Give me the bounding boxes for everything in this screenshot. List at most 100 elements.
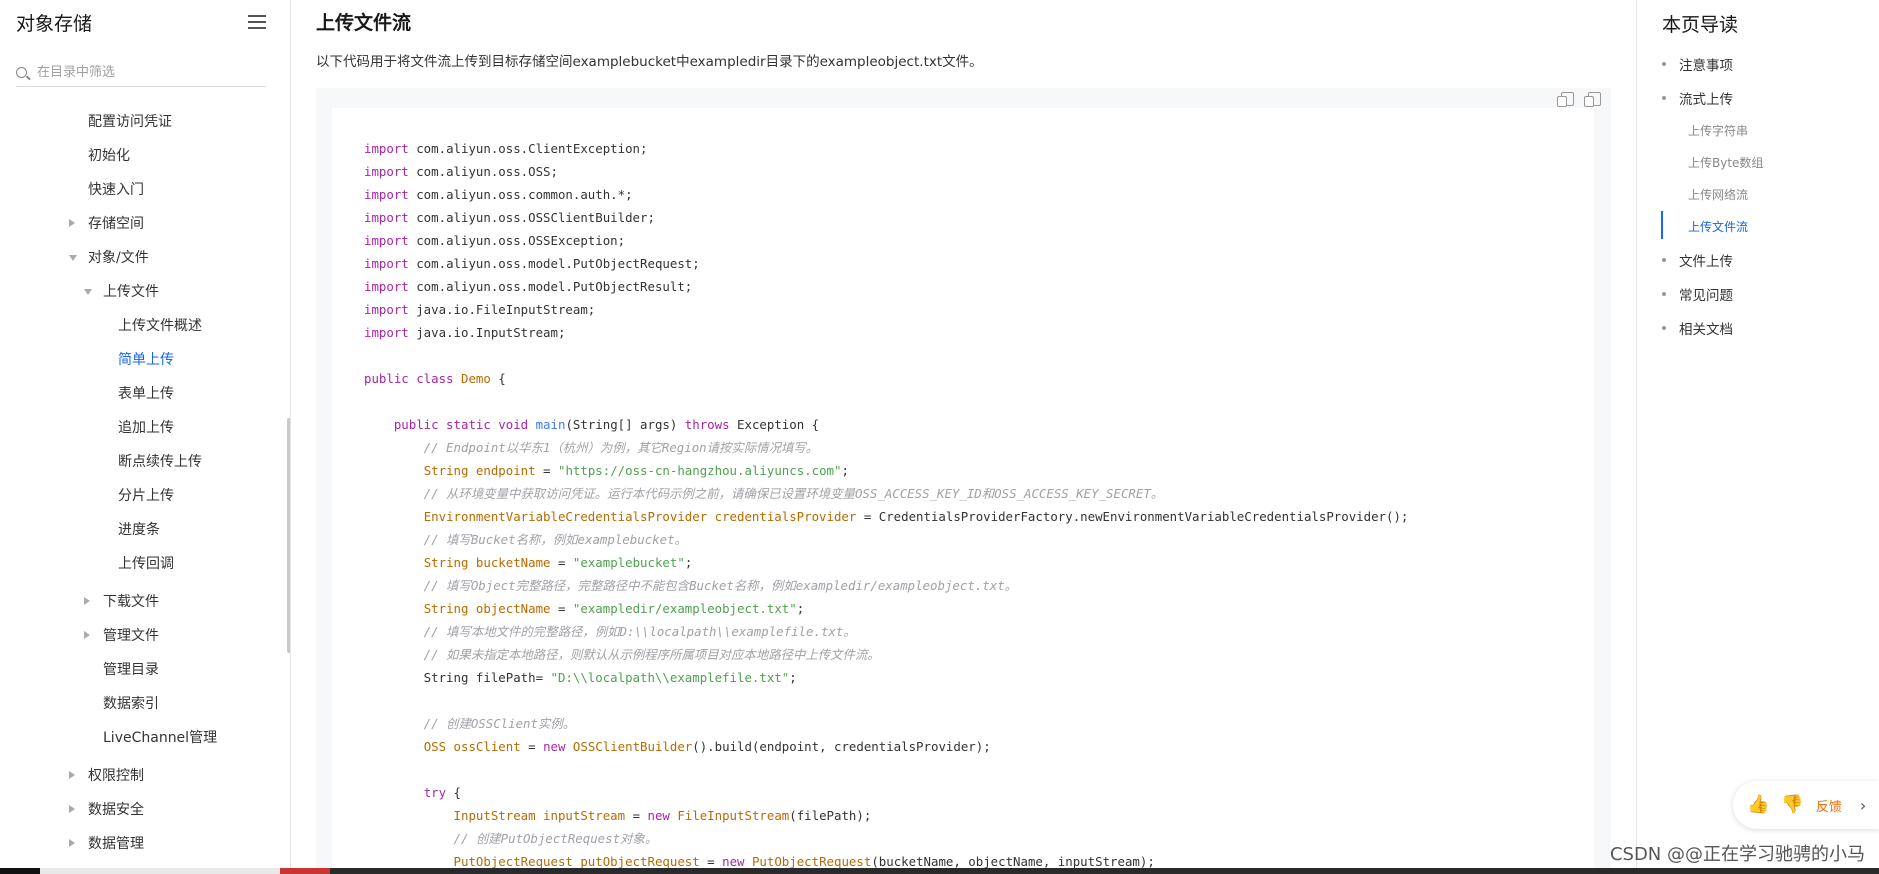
sidebar-item-data-management[interactable]: 数据管理 [88, 834, 144, 854]
code-line: import com.aliyun.oss.OSSClientBuilder; [364, 206, 1408, 229]
sidebar-title: 对象存储 [16, 12, 93, 35]
code-line: // 创建OSSClient实例。 [364, 712, 1408, 735]
sidebar-item-form-upload[interactable]: 表单上传 [118, 384, 174, 404]
toc-item-stream-upload[interactable]: 流式上传 [1679, 88, 1733, 108]
code-token: { [490, 371, 506, 386]
code-token: import [364, 302, 409, 317]
chevron-right-icon[interactable]: › [1860, 796, 1866, 815]
thumbs-up-icon[interactable]: 👍 [1747, 796, 1769, 814]
sidebar-item-data-index[interactable]: 数据索引 [103, 694, 159, 714]
sidebar-item-objects[interactable]: 对象/文件 [88, 248, 149, 268]
code-token: new [543, 739, 573, 754]
sidebar-item-manage-files[interactable]: 管理文件 [103, 626, 159, 646]
sidebar-item-quickstart[interactable]: 快速入门 [88, 180, 144, 200]
sidebar-item-upload[interactable]: 上传文件 [103, 282, 159, 302]
expand-arrow-icon[interactable] [69, 805, 75, 813]
collapse-arrow-icon[interactable] [69, 255, 77, 261]
code-token: // 创建OSSClient实例。 [364, 716, 576, 731]
toc-item-related-docs[interactable]: 相关文档 [1679, 318, 1733, 338]
sidebar-item-upload-callback[interactable]: 上传回调 [118, 554, 174, 574]
code-token: = [535, 463, 558, 478]
code-token: import [364, 164, 409, 179]
sidebar-item-resumable-upload[interactable]: 断点续传上传 [118, 452, 202, 472]
code-line: // 创建PutObjectRequest对象。 [364, 827, 1408, 850]
code-line: // 从环境变量中获取访问凭证。运行本代码示例之前，请确保已设置环境变量OSS_… [364, 482, 1408, 505]
code-token: = [550, 601, 573, 616]
expand-arrow-icon[interactable] [69, 219, 75, 227]
toc-item-faq[interactable]: 常见问题 [1679, 284, 1733, 304]
code-token: import [364, 233, 409, 248]
expand-arrow-icon[interactable] [84, 597, 90, 605]
toc-item-upload-string[interactable]: 上传字符串 [1688, 122, 1748, 139]
expand-arrow-icon[interactable] [69, 839, 75, 847]
copy-to-editor-icon[interactable] [1557, 92, 1574, 107]
code-line: public static void main(String[] args) t… [364, 413, 1408, 436]
code-token: = CredentialsProviderFactory.newEnvironm… [856, 509, 1409, 524]
bullet-icon [1662, 292, 1666, 296]
sidebar-item-init[interactable]: 初始化 [88, 146, 130, 166]
code-line: public class Demo { [364, 367, 1408, 390]
code-token: com.aliyun.oss.OSSClientBuilder; [408, 210, 655, 225]
code-token: com.aliyun.oss.OSS; [408, 164, 558, 179]
copy-icon[interactable] [1584, 92, 1601, 107]
expand-arrow-icon[interactable] [84, 631, 90, 639]
code-line: // 填写Object完整路径，完整路径中不能包含Bucket名称，例如exam… [364, 574, 1408, 597]
code-token: java.io.FileInputStream; [408, 302, 596, 317]
sidebar-item-download[interactable]: 下载文件 [103, 592, 159, 612]
sidebar-item-access-control[interactable]: 权限控制 [88, 766, 144, 786]
menu-icon[interactable] [248, 15, 266, 29]
code-token: new [722, 854, 752, 869]
code-token: // 填写本地文件的完整路径，例如D:\\localpath\\examplef… [364, 624, 856, 639]
code-token: new [647, 808, 678, 823]
code-token: import [364, 325, 409, 340]
sidebar-item-bucket[interactable]: 存储空间 [88, 214, 144, 234]
code-token: "D:\\localpath\\examplefile.txt" [550, 670, 790, 685]
sidebar-item-append-upload[interactable]: 追加上传 [118, 418, 174, 438]
sidebar-item-upload-overview[interactable]: 上传文件概述 [118, 316, 202, 336]
toc-item-upload-file-stream[interactable]: 上传文件流 [1688, 218, 1748, 235]
sidebar-item-data-security[interactable]: 数据安全 [88, 800, 144, 820]
sidebar-item-progress[interactable]: 进度条 [118, 520, 160, 540]
toc-item-upload-bytes[interactable]: 上传Byte数组 [1688, 154, 1763, 171]
sidebar-item-config-credentials[interactable]: 配置访问凭证 [88, 112, 172, 132]
code-token: public class [364, 371, 461, 386]
taskbar-segment [40, 868, 280, 874]
toc-item-notes[interactable]: 注意事项 [1679, 54, 1733, 74]
code-line: String filePath= "D:\\localpath\\example… [364, 666, 1408, 689]
main-content: 上传文件流 以下代码用于将文件流上传到目标存储空间examplebucket中e… [291, 0, 1636, 874]
code-token: OSSClientBuilder [572, 739, 693, 754]
code-token: main [535, 417, 566, 432]
sidebar-item-manage-directory[interactable]: 管理目录 [103, 660, 159, 680]
code-line: // 如果未指定本地路径，则默认从示例程序所属项目对应本地路径中上传文件流。 [364, 643, 1408, 666]
expand-arrow-icon[interactable] [69, 771, 75, 779]
code-line: EnvironmentVariableCredentialsProvider c… [364, 505, 1409, 528]
toc-item-file-upload[interactable]: 文件上传 [1679, 250, 1733, 270]
code-line: String endpoint = "https://oss-cn-hangzh… [364, 459, 1408, 482]
thumbs-down-icon[interactable]: 👎 [1781, 796, 1803, 814]
feedback-button[interactable]: 反馈 [1816, 796, 1842, 815]
directory-filter-input[interactable] [35, 63, 239, 81]
code-token: ; [841, 463, 849, 478]
code-line: import com.aliyun.oss.OSSException; [364, 229, 1408, 252]
code-line: import com.aliyun.oss.ClientException; [364, 137, 1408, 160]
sidebar-item-simple-upload[interactable]: 简单上传 [118, 350, 174, 370]
code-token: FileInputStream [677, 808, 790, 823]
code-line: String objectName = "exampledir/exampleo… [364, 597, 1408, 620]
code-line: try { [364, 781, 1408, 804]
sidebar-item-livechannel[interactable]: LiveChannel管理 [103, 728, 217, 748]
collapse-arrow-icon[interactable] [84, 289, 92, 295]
code-text[interactable]: import com.aliyun.oss.ClientException; im… [364, 137, 1408, 874]
toc-item-upload-network-stream[interactable]: 上传网络流 [1688, 186, 1748, 203]
sidebar-search [16, 58, 266, 87]
code-token: com.aliyun.oss.model.PutObjectResult; [408, 279, 693, 294]
sidebar-item-multipart-upload[interactable]: 分片上传 [118, 486, 174, 506]
code-block: import com.aliyun.oss.ClientException; im… [316, 88, 1611, 874]
